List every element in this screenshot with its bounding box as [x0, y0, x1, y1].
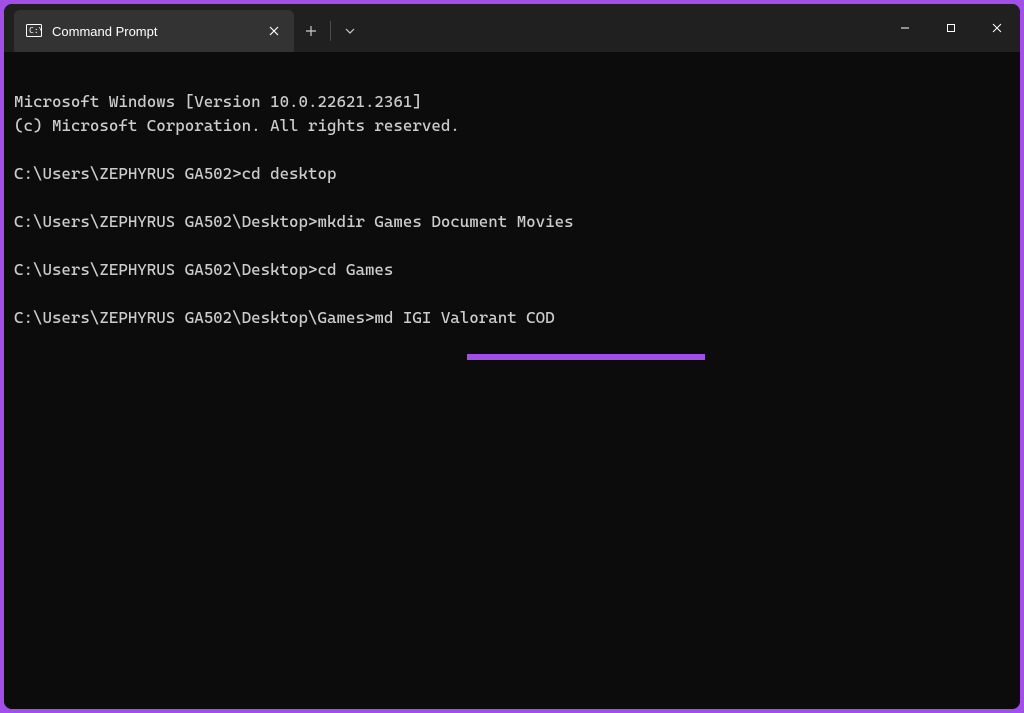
minimize-button[interactable]	[882, 4, 928, 52]
annotation-highlight	[467, 354, 705, 360]
terminal-line: C:\Users\ZEPHYRUS GA502\Desktop>mkdir Ga…	[14, 212, 574, 231]
svg-text:C:\: C:\	[29, 26, 42, 35]
close-button[interactable]	[974, 4, 1020, 52]
divider	[330, 21, 331, 41]
tab-command-prompt[interactable]: C:\ Command Prompt	[14, 10, 294, 52]
tab-close-button[interactable]	[264, 21, 284, 41]
terminal-window: C:\ Command Prompt	[4, 4, 1020, 709]
tabbar-actions	[294, 10, 367, 52]
terminal-line: C:\Users\ZEPHYRUS GA502>cd desktop	[14, 164, 337, 183]
new-tab-button[interactable]	[294, 14, 328, 48]
titlebar: C:\ Command Prompt	[4, 4, 1020, 52]
terminal-area[interactable]: Microsoft Windows [Version 10.0.22621.23…	[4, 52, 1020, 709]
titlebar-drag-area[interactable]	[367, 4, 882, 52]
terminal-line: (c) Microsoft Corporation. All rights re…	[14, 116, 460, 135]
window-controls	[882, 4, 1020, 52]
terminal-line: C:\Users\ZEPHYRUS GA502\Desktop\Games>md…	[14, 308, 555, 327]
cmd-icon: C:\	[26, 23, 42, 39]
terminal-line: C:\Users\ZEPHYRUS GA502\Desktop>cd Games	[14, 260, 393, 279]
tab-title: Command Prompt	[52, 24, 254, 39]
terminal-line: Microsoft Windows [Version 10.0.22621.23…	[14, 92, 422, 111]
maximize-button[interactable]	[928, 4, 974, 52]
tab-dropdown-button[interactable]	[333, 14, 367, 48]
